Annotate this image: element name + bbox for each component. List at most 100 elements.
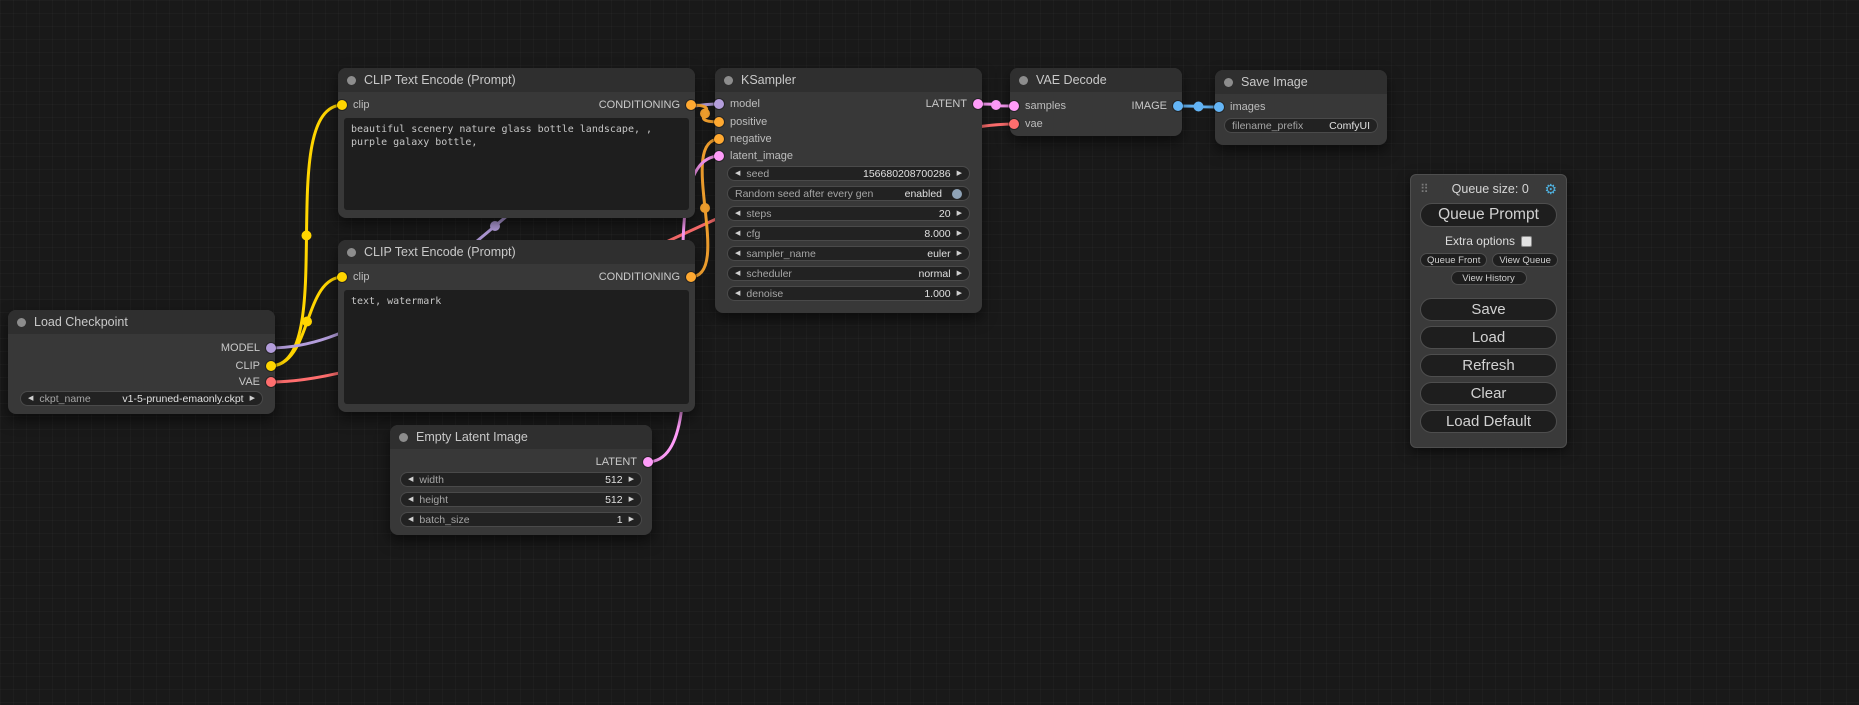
positive-prompt-textarea[interactable]: beautiful scenery nature glass bottle la…	[344, 118, 689, 210]
positive-input-port[interactable]	[714, 117, 724, 127]
decrement-arrow-icon[interactable]: ◀	[735, 290, 740, 297]
node-title-bar[interactable]: KSampler	[715, 68, 982, 92]
negative-input-port[interactable]	[714, 134, 724, 144]
node-title-bar[interactable]: Save Image	[1215, 70, 1387, 94]
clip-input-port[interactable]	[337, 100, 347, 110]
load-button[interactable]: Load	[1420, 326, 1557, 349]
output-label-latent: LATENT	[596, 455, 637, 469]
queue-prompt-button[interactable]: Queue Prompt	[1420, 203, 1557, 227]
increment-arrow-icon[interactable]: ▶	[957, 230, 962, 237]
collapse-dot[interactable]	[17, 318, 26, 327]
model-output-port[interactable]	[266, 343, 276, 353]
increment-arrow-icon[interactable]: ▶	[957, 210, 962, 217]
node-clip-text-encode-positive[interactable]: CLIP Text Encode (Prompt) clip CONDITION…	[338, 68, 695, 218]
steps-widget[interactable]: ◀ steps 20 ▶	[727, 206, 970, 221]
batch-size-widget[interactable]: ◀ batch_size 1 ▶	[400, 512, 642, 527]
decrement-arrow-icon[interactable]: ◀	[735, 230, 740, 237]
settings-gear-icon[interactable]: ⚙	[1544, 182, 1557, 196]
node-title: Empty Latent Image	[416, 430, 528, 444]
save-button[interactable]: Save	[1420, 298, 1557, 321]
collapse-dot[interactable]	[399, 433, 408, 442]
node-title-bar[interactable]: Load Checkpoint	[8, 310, 275, 334]
denoise-widget[interactable]: ◀ denoise 1.000 ▶	[727, 286, 970, 301]
decrement-arrow-icon[interactable]: ◀	[28, 395, 33, 402]
collapse-dot[interactable]	[347, 76, 356, 85]
scheduler-widget[interactable]: ◀ scheduler normal ▶	[727, 266, 970, 281]
decrement-arrow-icon[interactable]: ◀	[735, 170, 740, 177]
increment-arrow-icon[interactable]: ▶	[629, 516, 634, 523]
height-widget[interactable]: ◀ height 512 ▶	[400, 492, 642, 507]
widget-value: enabled	[905, 188, 942, 200]
latent-output-port[interactable]	[643, 457, 653, 467]
node-title-bar[interactable]: CLIP Text Encode (Prompt)	[338, 68, 695, 92]
link-midpoint-dot	[700, 203, 710, 213]
model-input-port[interactable]	[714, 99, 724, 109]
collapse-dot[interactable]	[1224, 78, 1233, 87]
samples-input-port[interactable]	[1009, 101, 1019, 111]
refresh-button[interactable]: Refresh	[1420, 354, 1557, 377]
sampler-name-widget[interactable]: ◀ sampler_name euler ▶	[727, 246, 970, 261]
input-label-negative: negative	[730, 132, 772, 146]
node-load-checkpoint[interactable]: Load Checkpoint MODEL CLIP VAE ◀ ckpt_na…	[8, 310, 275, 414]
clear-button[interactable]: Clear	[1420, 382, 1557, 405]
increment-arrow-icon[interactable]: ▶	[250, 395, 255, 402]
width-widget[interactable]: ◀ width 512 ▶	[400, 472, 642, 487]
link-midpoint-dot	[302, 231, 312, 241]
node-title-bar[interactable]: CLIP Text Encode (Prompt)	[338, 240, 695, 264]
widget-value: 512	[605, 474, 623, 486]
input-label-clip: clip	[353, 98, 370, 112]
increment-arrow-icon[interactable]: ▶	[629, 496, 634, 503]
widget-value: ComfyUI	[1329, 120, 1370, 132]
increment-arrow-icon[interactable]: ▶	[957, 250, 962, 257]
increment-arrow-icon[interactable]: ▶	[957, 170, 962, 177]
filename-prefix-widget[interactable]: filename_prefix ComfyUI	[1224, 118, 1378, 133]
collapse-dot[interactable]	[724, 76, 733, 85]
decrement-arrow-icon[interactable]: ◀	[408, 516, 413, 523]
widget-label: sampler_name	[746, 248, 815, 260]
load-default-button[interactable]: Load Default	[1420, 410, 1557, 433]
node-vae-decode[interactable]: VAE Decode samples IMAGE vae	[1010, 68, 1182, 136]
node-title-bar[interactable]: VAE Decode	[1010, 68, 1182, 92]
node-save-image[interactable]: Save Image images filename_prefix ComfyU…	[1215, 70, 1387, 145]
clip-input-port[interactable]	[337, 272, 347, 282]
clip-output-port[interactable]	[266, 361, 276, 371]
latent-output-port[interactable]	[973, 99, 983, 109]
vae-input-port[interactable]	[1009, 119, 1019, 129]
decrement-arrow-icon[interactable]: ◀	[735, 250, 740, 257]
view-history-button[interactable]: View History	[1451, 271, 1527, 285]
decrement-arrow-icon[interactable]: ◀	[408, 496, 413, 503]
queue-panel-header: ⠿ Queue size: 0 ⚙	[1420, 179, 1557, 199]
collapse-dot[interactable]	[1019, 76, 1028, 85]
node-title-bar[interactable]: Empty Latent Image	[390, 425, 652, 449]
decrement-arrow-icon[interactable]: ◀	[735, 270, 740, 277]
images-input-port[interactable]	[1214, 102, 1224, 112]
node-ksampler[interactable]: KSampler model LATENT positive negative …	[715, 68, 982, 313]
seed-widget[interactable]: ◀ seed 156680208700286 ▶	[727, 166, 970, 181]
widget-label: width	[419, 474, 444, 486]
vae-output-port[interactable]	[266, 377, 276, 387]
increment-arrow-icon[interactable]: ▶	[957, 270, 962, 277]
node-title: CLIP Text Encode (Prompt)	[364, 245, 516, 259]
cfg-widget[interactable]: ◀ cfg 8.000 ▶	[727, 226, 970, 241]
node-empty-latent-image[interactable]: Empty Latent Image LATENT ◀ width 512 ▶ …	[390, 425, 652, 535]
image-output-port[interactable]	[1173, 101, 1183, 111]
decrement-arrow-icon[interactable]: ◀	[735, 210, 740, 217]
increment-arrow-icon[interactable]: ▶	[957, 290, 962, 297]
view-queue-button[interactable]: View Queue	[1492, 253, 1558, 267]
link-midpoint-dot	[1194, 102, 1204, 112]
extra-options-checkbox[interactable]	[1521, 236, 1532, 247]
ckpt-name-widget[interactable]: ◀ ckpt_name v1-5-pruned-emaonly.ckpt ▶	[20, 391, 263, 406]
negative-prompt-textarea[interactable]: text, watermark	[344, 290, 689, 404]
widget-value: 8.000	[924, 228, 950, 240]
decrement-arrow-icon[interactable]: ◀	[408, 476, 413, 483]
toggle-knob[interactable]	[952, 189, 962, 199]
latent-image-input-port[interactable]	[714, 151, 724, 161]
conditioning-output-port[interactable]	[686, 100, 696, 110]
random-seed-toggle-widget[interactable]: Random seed after every gen enabled	[727, 186, 970, 201]
increment-arrow-icon[interactable]: ▶	[629, 476, 634, 483]
collapse-dot[interactable]	[347, 248, 356, 257]
conditioning-output-port[interactable]	[686, 272, 696, 282]
drag-handle-icon[interactable]: ⠿	[1420, 182, 1436, 196]
node-clip-text-encode-negative[interactable]: CLIP Text Encode (Prompt) clip CONDITION…	[338, 240, 695, 412]
queue-front-button[interactable]: Queue Front	[1420, 253, 1487, 267]
